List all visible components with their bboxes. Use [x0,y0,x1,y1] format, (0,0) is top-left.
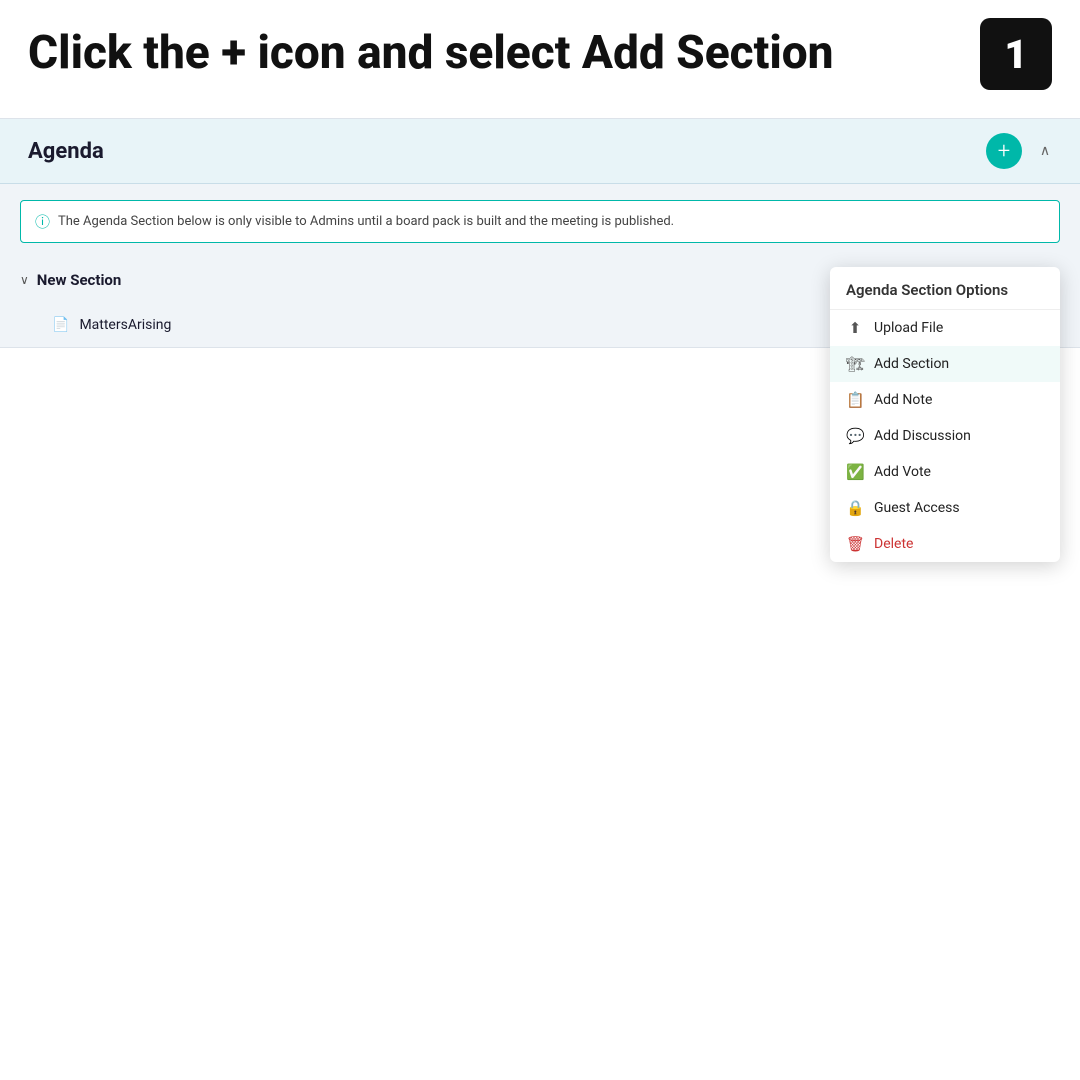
add-section-plus-button[interactable]: + [986,133,1022,169]
step-number: 1 [1004,31,1027,78]
item-file-icon: 📄 [52,317,69,333]
menu-item-add-note-label: Add Note [874,392,932,408]
upload-file-icon: ⬆ [846,319,864,337]
agenda-title: Agenda [28,139,104,164]
chevron-up-icon: ∧ [1040,143,1050,159]
menu-item-add-note[interactable]: 📋 Add Note [830,382,1060,418]
instruction-text: Click the + icon and select Add Section [28,26,834,81]
add-note-icon: 📋 [846,391,864,409]
menu-item-add-discussion-label: Add Discussion [874,428,971,444]
step-badge: 1 [980,18,1052,90]
add-discussion-icon: 💬 [846,427,864,445]
menu-item-delete[interactable]: 🗑 Delete [830,526,1060,562]
menu-item-upload-file-label: Upload File [874,320,943,336]
content-area: Agenda + ∧ ⓘ The Agenda Section below is… [0,118,1080,348]
agenda-section-options-dropdown: Agenda Section Options ⬆ Upload File 🏗 A… [830,267,1060,562]
add-vote-icon: ✅ [846,463,864,481]
menu-item-add-section-label: Add Section [874,356,949,372]
info-icon: ⓘ [35,211,50,232]
collapse-chevron-button[interactable]: ∧ [1030,136,1060,166]
menu-item-delete-label: Delete [874,536,913,552]
menu-item-add-vote-label: Add Vote [874,464,931,480]
delete-icon: 🗑 [846,535,864,553]
agenda-controls: + ∧ [986,133,1060,169]
menu-item-guest-access[interactable]: 🔒 Guest Access [830,490,1060,526]
section-expand-chevron[interactable]: ∨ [20,273,29,287]
menu-item-guest-access-label: Guest Access [874,500,960,516]
instruction-bar: Click the + icon and select Add Section … [0,0,1080,108]
menu-item-upload-file[interactable]: ⬆ Upload File [830,310,1060,346]
add-section-icon: 🏗 [846,355,864,373]
plus-icon: + [998,139,1010,164]
agenda-panel: Agenda + ∧ [0,119,1080,184]
menu-item-add-vote[interactable]: ✅ Add Vote [830,454,1060,490]
info-text: The Agenda Section below is only visible… [58,214,674,229]
guest-access-icon: 🔒 [846,499,864,517]
menu-item-add-discussion[interactable]: 💬 Add Discussion [830,418,1060,454]
menu-item-add-section[interactable]: 🏗 Add Section [830,346,1060,382]
dropdown-header: Agenda Section Options [830,267,1060,310]
info-bar: ⓘ The Agenda Section below is only visib… [20,200,1060,243]
